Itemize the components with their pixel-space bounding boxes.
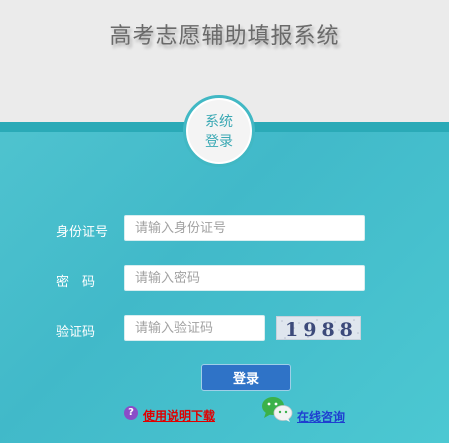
captcha-label: 验证码 [56,325,96,340]
captcha-noise: 1988 [277,317,360,340]
wechat-icon[interactable] [261,396,293,422]
login-button[interactable]: 登录 [201,364,291,391]
badge-line-2: 登录 [205,134,233,150]
captcha-input[interactable] [124,315,265,341]
online-consult-link[interactable]: 在线咨询 [297,408,345,425]
password-input[interactable] [124,265,365,291]
question-icon: ? [124,406,138,420]
captcha-text: 1988 [285,319,358,340]
login-badge-text: 系统 登录 [186,112,252,152]
captcha-image[interactable]: 1988 [276,316,361,340]
id-label: 身份证号 [56,225,109,240]
id-number-input[interactable] [124,215,365,241]
app-title: 高考志愿辅助填报系统 [109,24,340,49]
login-badge: 系统 登录 [183,95,255,167]
badge-line-1: 系统 [205,114,233,130]
help-download-link[interactable]: 使用说明下载 [143,407,215,424]
password-label: 密 码 [56,275,96,290]
